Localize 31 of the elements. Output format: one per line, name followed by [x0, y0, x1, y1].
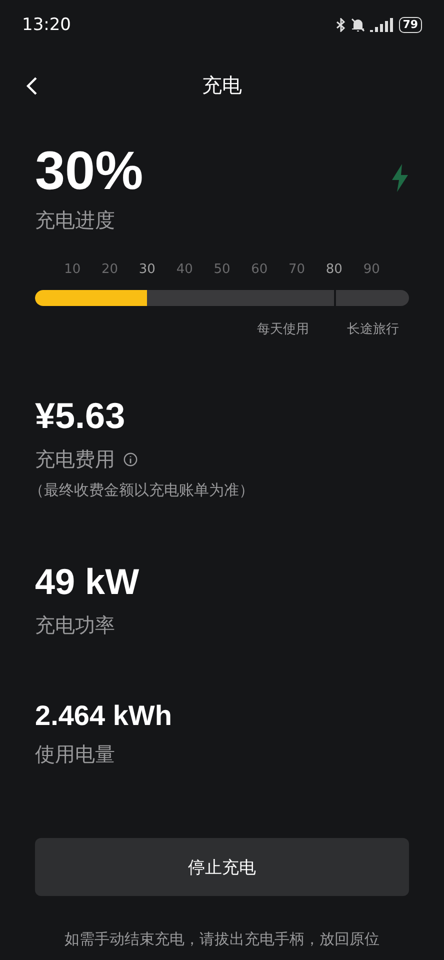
scale-label: 30	[138, 262, 156, 280]
scale-label: 10	[64, 262, 81, 280]
page-title: 充电	[202, 72, 242, 98]
signal-icon	[370, 18, 394, 32]
progress-label: 充电进度	[35, 207, 116, 234]
stop-charging-button[interactable]: 停止充电	[35, 838, 409, 896]
lightning-icon	[391, 164, 409, 192]
stat-value: ¥5.63	[35, 396, 126, 436]
scale-label: 70	[288, 262, 306, 280]
stat-label: 充电费用	[35, 446, 115, 473]
zone-label: 每天使用	[257, 321, 309, 338]
scale-label: 40	[176, 262, 193, 280]
scale-label: 50	[214, 262, 230, 280]
info-icon[interactable]	[123, 452, 138, 467]
scale-label: 80	[326, 262, 342, 280]
charge-percentage: 30%	[35, 142, 144, 202]
battery-indicator: 79	[398, 17, 422, 33]
bluetooth-icon	[336, 18, 346, 32]
scale-label: 20	[102, 262, 118, 280]
muted-bell-icon	[350, 18, 365, 32]
stat-value: 2.464 kWh	[35, 700, 173, 732]
status-time: 13:20	[22, 15, 71, 35]
stat-note: （最终收费金额以充电账单为准）	[29, 480, 255, 500]
stat-label: 使用电量	[35, 741, 115, 768]
scale-label: 90	[363, 262, 380, 280]
zone-label: 长途旅行	[347, 321, 399, 338]
stat-value: 49 kW	[35, 562, 140, 602]
footer-hint: 如需手动结束充电，请拔出充电手柄，放回原位	[64, 930, 380, 950]
stat-label: 充电功率	[35, 612, 115, 639]
chevron-left-icon	[26, 76, 38, 96]
scale-label: 60	[251, 262, 268, 280]
